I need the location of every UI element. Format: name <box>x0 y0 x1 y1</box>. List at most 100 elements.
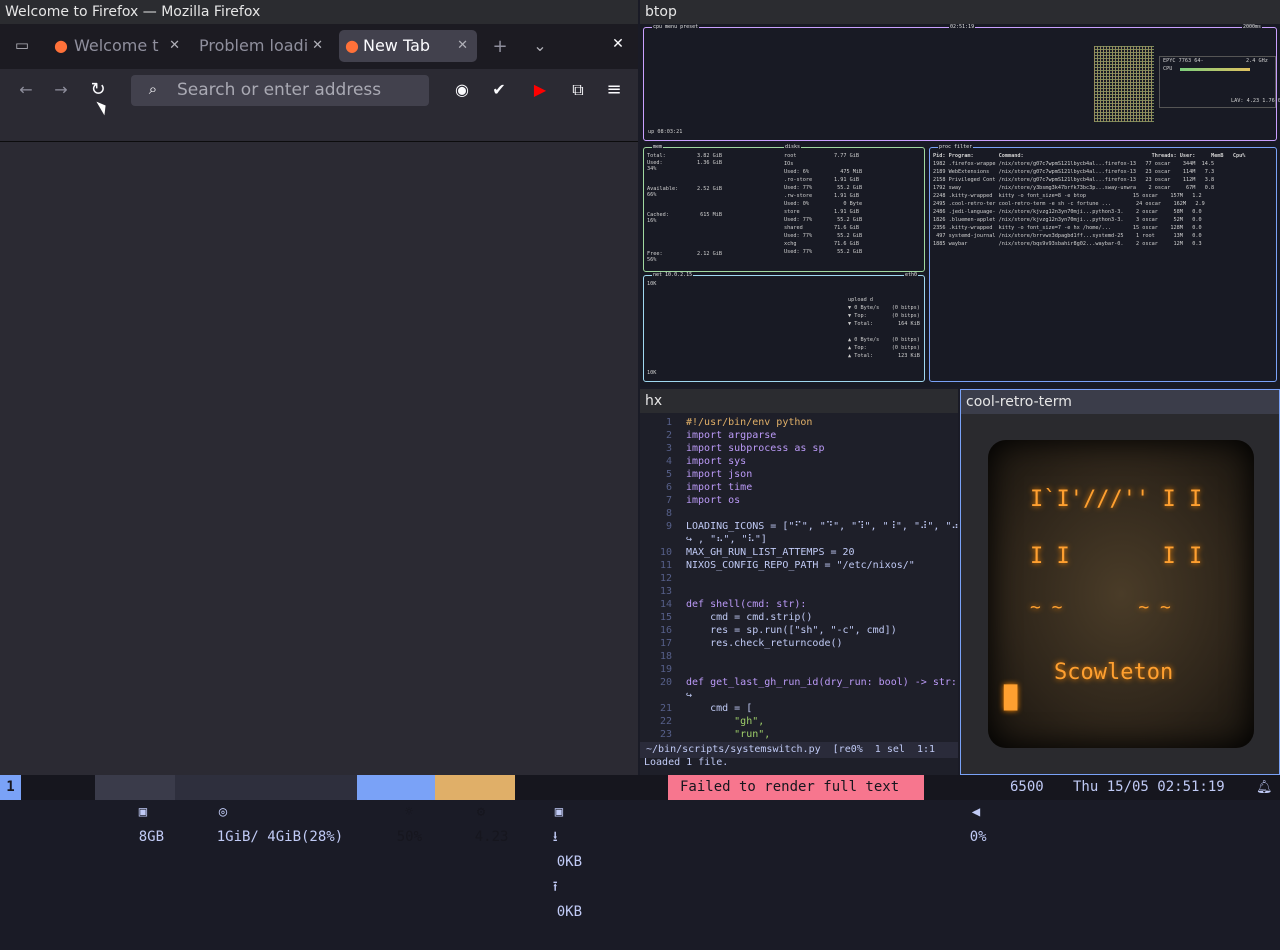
disk-line: Used: 0% 0 Byte <box>784 201 863 207</box>
line-number: 19 <box>659 664 672 675</box>
close-icon[interactable]: ✕ <box>457 30 468 62</box>
load-module[interactable]: ⚙ 4.23 <box>435 775 515 845</box>
page-content[interactable] <box>0 141 638 775</box>
net-scale-top: 10K <box>647 281 657 287</box>
net-line: ▲ Top: (0 bitps) <box>848 345 920 351</box>
disk-module[interactable]: ▣ 8GB <box>95 775 175 845</box>
line-number: 17 <box>659 638 672 649</box>
proc-header: Pid: Program: Command: Threads: User: Me… <box>933 153 1246 159</box>
tab-label: Problem loadi <box>199 36 309 55</box>
firefox-window: Welcome to Firefox — Mozilla Firefox ▭ ●… <box>0 0 638 775</box>
youtube-icon[interactable]: ▶ <box>529 80 551 99</box>
code-line: 6 import time <box>640 481 958 494</box>
mem-line: 66% <box>647 192 657 198</box>
line-number: 5 <box>665 469 672 480</box>
uptime: up 08:03:21 <box>648 129 683 135</box>
line-text: cmd = [ <box>686 703 753 714</box>
memory-value: 1GiB/ 4GiB(28%) <box>216 829 344 845</box>
proc-row: 2486 .jedi-language- /nix/store/kjvzg12n… <box>933 209 1202 215</box>
line-text: MAX_GH_RUN_LIST_ATTEMPS = 20 <box>686 547 855 558</box>
line-number: 22 <box>659 716 672 727</box>
network-module[interactable]: ▣ ⭳ 0KB ⭱ 0KB <box>515 775 665 920</box>
close-window-icon[interactable]: ✕ <box>607 36 629 52</box>
tab-new-tab[interactable]: ● New Tab ✕ <box>339 30 477 62</box>
forward-icon[interactable]: → <box>50 80 72 99</box>
code-line: 20 def get_last_gh_run_id(dry_run: bool) … <box>640 676 958 689</box>
crt-line-1: I`I'///'' I I <box>1030 487 1203 512</box>
mem-line: 16% <box>647 218 657 224</box>
line-text: res.check_returncode() <box>686 638 843 649</box>
new-tab-icon[interactable]: + <box>489 36 511 57</box>
proc-row: 2495 .cool-retro-ter cool-retro-term -e … <box>933 201 1205 207</box>
mem-label: mem <box>652 144 664 150</box>
reload-icon[interactable]: ↻ <box>87 79 109 100</box>
disk-line: store 1.91 GiB <box>784 209 859 215</box>
code-line: 9 LOADING_ICONS = ["⠋", "⠙", "⠹", "⠸", "⠼… <box>640 520 958 533</box>
cpu-total: CPU <box>1163 66 1173 72</box>
code-line: 12 <box>640 572 958 585</box>
line-number: 21 <box>659 703 672 714</box>
close-icon[interactable]: ✕ <box>312 30 323 62</box>
menu-icon[interactable]: ≡ <box>603 79 625 100</box>
backlight-module[interactable]: ☼ 50% <box>357 775 435 845</box>
proc-row: 2248 .kitty-wrapped kitty -o font_size=8… <box>933 193 1202 199</box>
proc-row: 2356 .kitty-wrapped kitty -o font_size=7… <box>933 225 1202 231</box>
code-line: 3 import subprocess as sp <box>640 442 958 455</box>
load-avg: LAV: 4.23 1.76 0.60 <box>1231 98 1280 104</box>
volume-value: 0% <box>969 829 987 845</box>
proc-row: 1792 sway /nix/store/y3bsmg3k47brfk73bc3… <box>933 185 1215 191</box>
line-text: import sys <box>686 456 747 467</box>
cpu-graph <box>1094 46 1154 122</box>
extension-icon[interactable]: ✔ <box>488 80 510 99</box>
tab-problem-loading[interactable]: Problem loadi ✕ <box>199 30 327 62</box>
net-label: net 10.0.2.15 <box>652 272 694 278</box>
line-number: 6 <box>665 482 672 493</box>
code-line: 13 <box>640 585 958 598</box>
line-text: ↪ , "⠦", "⠧"] <box>686 534 767 545</box>
window-title: Welcome to Firefox — Mozilla Firefox <box>0 0 638 24</box>
crt-screen[interactable]: I`I'///'' I I I I I I ~ ~ ~ ~ Scowleton … <box>988 440 1254 748</box>
error-module[interactable]: Failed to render full text <box>668 775 924 800</box>
disk-line: shared 71.6 GiB <box>784 225 859 231</box>
code-line: 15 cmd = cmd.strip() <box>640 611 958 624</box>
account-icon[interactable]: ◉ <box>451 80 473 99</box>
address-bar[interactable]: ⌕ Search or enter address <box>131 75 429 106</box>
line-number: 2 <box>665 430 672 441</box>
load-value: 4.23 <box>474 829 509 845</box>
clock[interactable]: Thu 15/05 02:51:19 <box>1073 775 1243 800</box>
code-line: 4 import sys <box>640 455 958 468</box>
bell-icon[interactable]: 🔔︎ <box>1256 775 1274 800</box>
proc-row: 2158 Privileged Cont /nix/store/g07c7wpm… <box>933 177 1215 183</box>
line-text: def get_last_gh_run_id(dry_run: bool) ->… <box>686 677 957 688</box>
mem-line: Free: 2.12 GiB <box>647 250 722 257</box>
color-temp[interactable]: 6500 <box>1010 775 1060 800</box>
code-line: 5 import json <box>640 468 958 481</box>
mem-panel: mem disks Total: 3.82 GiB Used: 1.36 GiB 3… <box>643 144 925 272</box>
memory-module[interactable]: ◎ 1GiB/ 4GiB(28%) <box>175 775 357 845</box>
puzzle-icon[interactable]: ⧉ <box>567 80 589 100</box>
workspace-1[interactable]: 1 <box>0 775 21 800</box>
tab-overview-icon[interactable]: ▭ <box>11 36 33 54</box>
list-tabs-icon[interactable]: ⌄ <box>529 36 551 55</box>
code-line: ↪ , "⠦", "⠧"] <box>640 533 958 546</box>
net-iface: eth0 <box>904 272 919 278</box>
line-text: "gh", <box>686 716 765 727</box>
back-icon[interactable]: ← <box>15 80 37 99</box>
memory-icon: ◎ <box>218 804 228 820</box>
tab-welcome[interactable]: ● Welcome t ✕ <box>54 30 184 62</box>
disk-line: Used: 77% 55.2 GiB <box>784 217 863 223</box>
line-number: 3 <box>665 443 672 454</box>
mem-line: Available: 2.52 GiB <box>647 185 722 192</box>
line-text: res = sp.run(["sh", "-c", cmd]) <box>686 625 897 636</box>
code-line: 7 import os <box>640 494 958 507</box>
line-text: "run", <box>686 729 771 740</box>
line-number: 18 <box>659 651 672 662</box>
disk-line: Used: 77% 55.2 GiB <box>784 185 863 191</box>
close-icon[interactable]: ✕ <box>169 30 180 62</box>
line-text: NIXOS_CONFIG_REPO_PATH = "/etc/nixos/" <box>686 560 915 571</box>
code-line: 1 #!/usr/bin/env python <box>640 416 958 429</box>
cool-retro-term-window: cool-retro-term I`I'///'' I I I I I I ~ … <box>960 389 1280 775</box>
volume-module[interactable]: ◀ 0% <box>924 775 994 845</box>
code-editor[interactable]: 1 #!/usr/bin/env python 2 import argparse 3 i… <box>640 416 958 741</box>
code-line: 11 NIXOS_CONFIG_REPO_PATH = "/etc/nixos/" <box>640 559 958 572</box>
